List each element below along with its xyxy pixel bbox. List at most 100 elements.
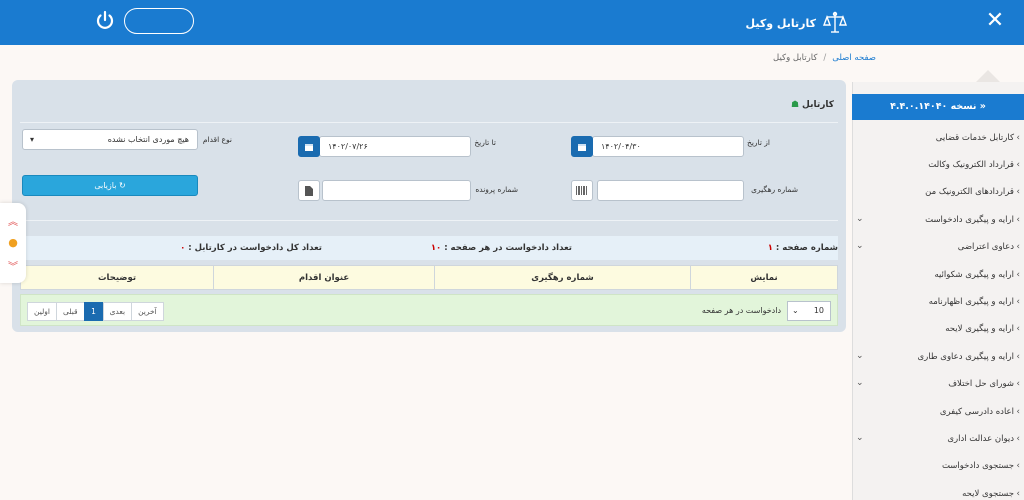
top-bar: ✕ کارتابل وکیل <box>0 0 1024 45</box>
sidebar-item[interactable]: ‹ اعاده دادرسی کیفری <box>852 398 1024 425</box>
breadcrumb-current: کارتابل وکیل <box>773 53 818 63</box>
chevron-left-icon: ‹ <box>1016 461 1020 472</box>
sidebar-item[interactable]: ‹ ⌄ دیوان عدالت اداری <box>852 425 1024 452</box>
sidebar-item[interactable]: ‹ ارایه و پیگیری اظهارنامه <box>852 288 1024 315</box>
action-type-value: هیچ موردی انتخاب نشده <box>107 135 189 144</box>
table-footer: 10 ⌄ دادخواست در هر صفحه اولین قبلی 1 بع… <box>20 294 838 326</box>
sidebar-item[interactable]: ‹ ارایه و پیگیری لایحه <box>852 316 1024 343</box>
app-brand: کارتابل وکیل <box>746 10 848 36</box>
chevron-left-icon: ‹ <box>1016 269 1020 280</box>
to-date-label: تا تاریخ <box>474 138 496 147</box>
column-header[interactable]: نمایش <box>690 266 837 289</box>
sidebar-item[interactable]: ‹ قراردادهای الکترونیک من <box>852 179 1024 206</box>
refresh-button[interactable]: بازیابی ↻ <box>22 175 198 196</box>
sidebar-item-label: دعاوی اعتراضی <box>957 242 1014 253</box>
chevron-down-icon: ⌄ <box>792 306 799 315</box>
chevron-left-icon: ‹ <box>1016 406 1020 417</box>
cartable-icon: ☗ <box>790 100 800 110</box>
close-icon[interactable]: ✕ <box>982 8 1008 34</box>
sidebar-item[interactable]: ‹ قرارداد الکترونیک وکالت <box>852 151 1024 178</box>
column-header[interactable]: توضیحات <box>21 266 213 289</box>
caret-down-icon: ▾ <box>30 135 35 144</box>
breadcrumb-home[interactable]: صفحه اصلی <box>832 53 876 63</box>
chevron-left-icon: ‹ <box>1016 132 1020 143</box>
power-icon[interactable] <box>94 9 116 31</box>
chevron-left-icon: ‹ <box>1016 242 1020 253</box>
total-label: تعداد کل دادخواست در کارتابل : <box>188 243 322 253</box>
user-menu-button[interactable] <box>124 8 194 34</box>
to-date-input[interactable]: ۱۴۰۲/۰۷/۲۶ <box>319 136 471 157</box>
chevron-down-icon: ⌄ <box>856 350 864 361</box>
sidebar-item-label: ارایه و پیگیری اظهارنامه <box>928 297 1014 308</box>
case-number-label: شماره پرونده <box>475 185 518 194</box>
breadcrumb-separator: / <box>823 53 827 63</box>
page-size-value: 10 <box>813 306 824 315</box>
results-table-header: نمایش شماره رهگیری عنوان اقدام توضیحات <box>20 265 838 290</box>
tracking-number-input[interactable] <box>597 180 744 201</box>
tracking-number-label: شماره رهگیری <box>751 185 798 194</box>
from-date-input[interactable]: ۱۴۰۲/۰۴/۳۰ <box>592 136 744 157</box>
sidebar-item-label: ارایه و پیگیری دعاوی طاری <box>917 351 1014 362</box>
sidebar-item[interactable]: ‹ جستجوی دادخواست <box>852 453 1024 480</box>
action-type-select[interactable]: هیچ موردی انتخاب نشده ▾ <box>22 129 198 150</box>
per-page-value: ۱۰ <box>430 243 442 253</box>
refresh-button-label: بازیابی <box>94 181 117 190</box>
barcode-icon <box>571 180 593 201</box>
sidebar-item-label: دیوان عدالت اداری <box>947 433 1014 444</box>
sidebar-item[interactable]: ‹ ارایه و پیگیری شکوائیه <box>852 261 1024 288</box>
chevron-left-icon: ‹ <box>1016 488 1020 499</box>
chevron-down-icon: ⌄ <box>856 378 864 389</box>
case-number-input[interactable] <box>322 180 471 201</box>
page-number-info: شماره صفحه : ۱ <box>768 243 838 253</box>
chevron-left-icon: ‹ <box>1016 214 1020 225</box>
column-header[interactable]: شماره رهگیری <box>434 266 690 289</box>
sidebar-item[interactable]: ‹ ⌄ دعاوی اعتراضی <box>852 234 1024 261</box>
page-number-value: ۱ <box>767 243 773 253</box>
panel-title-text: کارتابل <box>802 100 834 110</box>
column-header[interactable]: عنوان اقدام <box>213 266 434 289</box>
pager-page-1[interactable]: 1 <box>83 302 104 321</box>
panel-title: کارتابل ☗ <box>791 100 834 110</box>
pager-last[interactable]: آخرین <box>131 302 164 321</box>
double-chevron-down-icon[interactable]: ︾ <box>8 258 18 273</box>
sidebar-notch <box>976 70 1000 82</box>
per-page-info: تعداد دادخواست در هر صفحه : ۱۰ <box>431 243 572 253</box>
pager-next[interactable]: بعدی <box>102 302 133 321</box>
sidebar-item[interactable]: ‹ کارتابل خدمات قضایی <box>852 124 1024 151</box>
chevron-down-icon: ⌄ <box>856 432 864 443</box>
sidebar: « نسخه ۴.۴.۰.۱۴۰۴۰ ‹ کارتابل خدمات قضایی … <box>852 70 1024 500</box>
pagination: اولین قبلی 1 بعدی آخرین <box>27 302 164 321</box>
sidebar-item-label: قراردادهای الکترونیک من <box>925 187 1014 198</box>
sidebar-item[interactable]: ‹ ⌄ شورای حل اختلاف <box>852 371 1024 398</box>
pager-first[interactable]: اولین <box>27 302 57 321</box>
total-value: ۰ <box>180 243 186 253</box>
sidebar-item-label: ارایه و پیگیری شکوائیه <box>934 269 1014 280</box>
chevron-left-icon: ‹ <box>1016 160 1020 171</box>
sidebar-item-label: جستجوی دادخواست <box>941 461 1014 472</box>
chevron-left-icon: ‹ <box>1016 324 1020 335</box>
sidebar-item-label: ارایه و پیگیری دادخواست <box>925 214 1014 225</box>
chevron-left-icon: ‹ <box>1016 379 1020 390</box>
page-number-label: شماره صفحه : <box>775 243 838 253</box>
info-bar: شماره صفحه : ۱ تعداد دادخواست در هر صفحه… <box>20 236 838 260</box>
scales-of-justice-icon <box>822 11 848 33</box>
calendar-icon[interactable] <box>571 136 593 157</box>
divider <box>20 122 838 123</box>
sidebar-item-label: جستجوی لایحه <box>962 488 1014 499</box>
page-size-select[interactable]: 10 ⌄ <box>787 301 831 321</box>
double-chevron-up-icon[interactable]: ︽ <box>8 213 18 228</box>
refresh-icon: ↻ <box>118 181 126 190</box>
drop-icon[interactable]: ● <box>8 236 18 249</box>
version-banner[interactable]: « نسخه ۴.۴.۰.۱۴۰۴۰ <box>852 94 1024 120</box>
calendar-icon[interactable] <box>298 136 320 157</box>
sidebar-item[interactable]: ‹ جستجوی لایحه <box>852 480 1024 500</box>
divider <box>20 220 838 221</box>
sidebar-item[interactable]: ‹ ⌄ ارایه و پیگیری دادخواست <box>852 206 1024 233</box>
pager-previous[interactable]: قبلی <box>55 302 85 321</box>
floating-tools-tab: ︽ ● ︾ <box>0 203 26 283</box>
page-size-label: دادخواست در هر صفحه <box>701 306 781 315</box>
sidebar-item[interactable]: ‹ ⌄ ارایه و پیگیری دعاوی طاری <box>852 343 1024 370</box>
chevron-left-icon: ‹ <box>1016 433 1020 444</box>
action-type-label: نوع اقدام <box>202 135 232 144</box>
cartable-panel: کارتابل ☗ از تاریخ ۱۴۰۲/۰۴/۳۰ تا تاریخ ۱… <box>12 80 846 332</box>
